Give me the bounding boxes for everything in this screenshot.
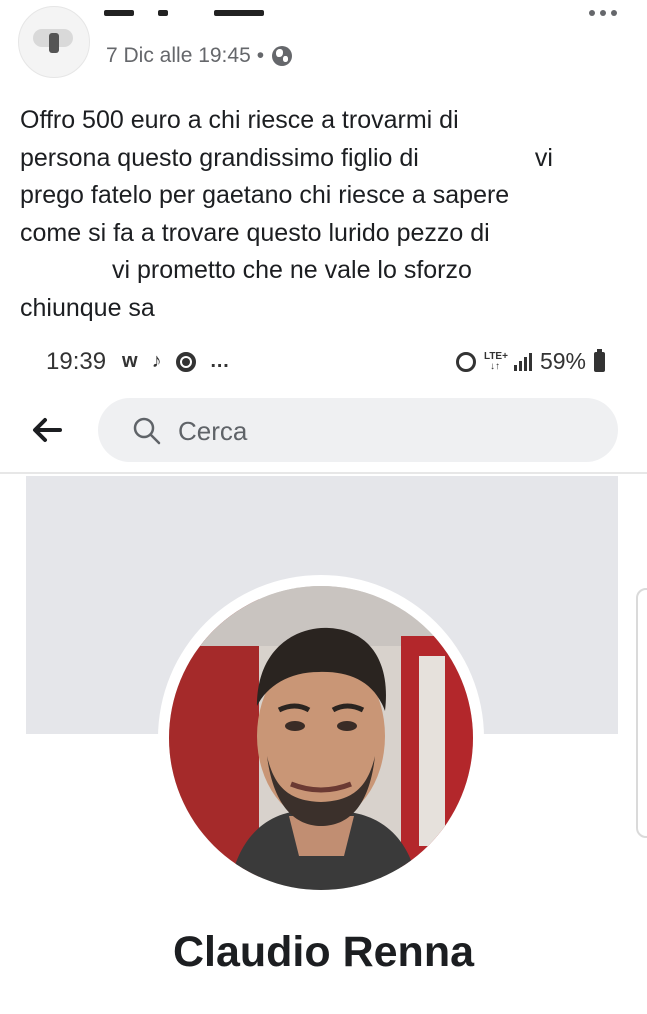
post-text-line: chiunque sa bbox=[20, 293, 155, 322]
side-panel-edge bbox=[636, 588, 647, 838]
status-indicators: LTE+ ↓↑ 59% bbox=[455, 348, 605, 375]
post-header: 7 Dic alle 19:45 • bbox=[0, 0, 647, 86]
author-avatar[interactable] bbox=[18, 6, 90, 78]
post-text: Offro 500 euro a chi riesce a trovarmi d… bbox=[20, 102, 630, 327]
post-text-line: prego fatelo per gaetano chi riesce a sa… bbox=[20, 181, 510, 209]
status-bar: 19:39 w ♪ … LTE+ ↓↑ 59% bbox=[0, 340, 647, 384]
more-notifications-icon: … bbox=[209, 350, 230, 372]
w-app-icon: w bbox=[122, 350, 138, 372]
search-row: Cerca bbox=[0, 392, 647, 468]
globe-icon bbox=[272, 46, 293, 66]
battery-icon bbox=[594, 348, 605, 372]
meta-separator: • bbox=[256, 44, 265, 67]
back-arrow-icon[interactable] bbox=[28, 412, 64, 448]
profile-photo-image bbox=[169, 586, 473, 890]
search-input[interactable]: Cerca bbox=[98, 398, 618, 462]
more-horizontal-icon[interactable] bbox=[589, 10, 617, 16]
alarm-icon bbox=[455, 351, 476, 372]
tiktok-icon: ♪ bbox=[151, 350, 162, 372]
search-placeholder: Cerca bbox=[178, 416, 248, 446]
author-name-redacted bbox=[104, 4, 284, 20]
post-text-line: persona questo grandissimo figlio di vi bbox=[20, 143, 553, 172]
post-text-line: Offro 500 euro a chi riesce a trovarmi d… bbox=[20, 106, 459, 134]
status-app-icons: w ♪ … bbox=[122, 350, 230, 373]
post-date[interactable]: 7 Dic alle 19:45 bbox=[106, 44, 251, 68]
search-icon bbox=[133, 417, 161, 445]
signal-icon bbox=[513, 352, 532, 371]
profile-picture[interactable] bbox=[158, 575, 484, 901]
chrome-icon bbox=[175, 351, 196, 372]
post-text-line: come si fa a trovare questo lurido pezzo… bbox=[20, 218, 490, 247]
profile-photo bbox=[169, 586, 473, 890]
post-meta: 7 Dic alle 19:45 • bbox=[106, 44, 293, 68]
divider bbox=[0, 472, 647, 474]
status-time: 19:39 bbox=[46, 348, 107, 375]
profile-name: Claudio Renna bbox=[172, 928, 475, 976]
battery-percent: 59% bbox=[539, 348, 586, 374]
lte-icon: LTE+ ↓↑ bbox=[483, 350, 508, 372]
post-text-line: vi prometto che ne vale lo sforzo bbox=[112, 256, 472, 284]
